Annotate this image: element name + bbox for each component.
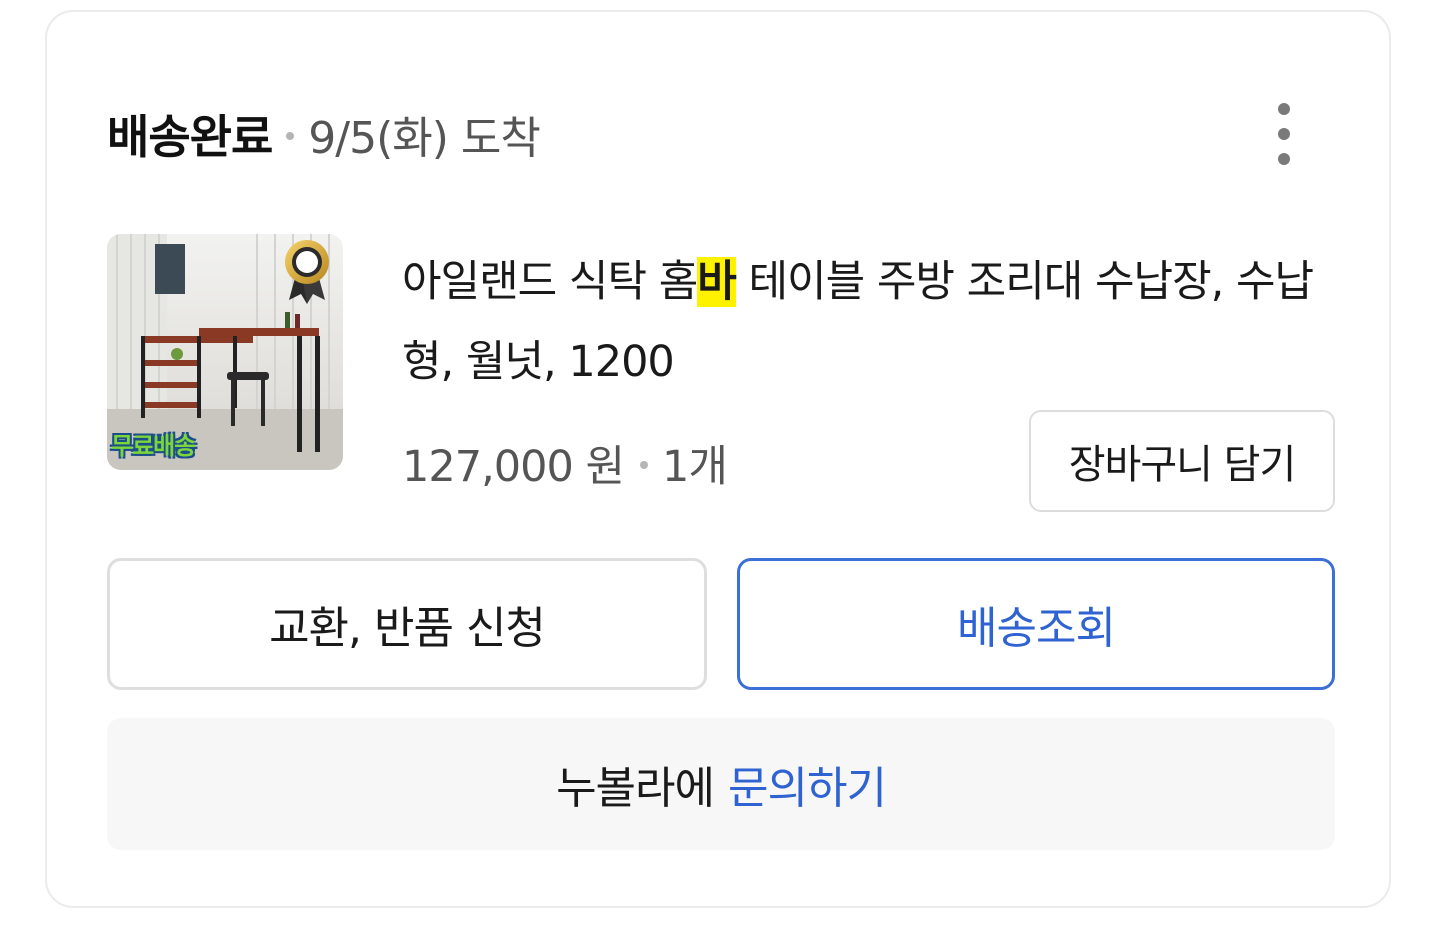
seller-inquiry-bar[interactable]: 누볼라에 문의하기: [107, 718, 1335, 850]
separator-dot: [286, 132, 295, 140]
order-header: 배송완료 9/5(화) 도착: [107, 94, 541, 174]
more-dot: [1278, 153, 1290, 165]
order-card: 배송완료 9/5(화) 도착 무료배송 아일랜드 식탁 홈바 테이블 주방 조리…: [45, 10, 1391, 908]
free-shipping-badge: 무료배송: [111, 432, 196, 460]
product-thumbnail[interactable]: 무료배송: [107, 234, 343, 470]
delivery-status: 배송완료: [107, 110, 273, 164]
arrival-date: 9/5(화) 도착: [308, 113, 541, 164]
product-name[interactable]: 아일랜드 식탁 홈바 테이블 주방 조리대 수납장, 수납형, 월넛, 1200: [402, 242, 1322, 402]
add-to-cart-button[interactable]: 장바구니 담기: [1029, 410, 1335, 512]
more-vertical-icon[interactable]: [1259, 94, 1309, 174]
inquiry-link[interactable]: 문의하기: [728, 752, 887, 816]
more-dot: [1278, 128, 1290, 140]
price-row: 127,000 원 1개: [402, 430, 728, 496]
product-price: 127,000 원: [402, 442, 625, 492]
search-highlight: 바: [697, 257, 737, 307]
inquiry-prefix: 누볼라에: [556, 763, 715, 814]
delivery-tracking-button[interactable]: 배송조회: [737, 558, 1335, 690]
separator-dot: [640, 461, 649, 469]
exchange-return-button[interactable]: 교환, 반품 신청: [107, 558, 707, 690]
product-name-part: 아일랜드 식탁 홈: [402, 257, 698, 307]
award-icon: [285, 240, 329, 304]
product-quantity: 1개: [662, 442, 728, 492]
more-dot: [1278, 103, 1290, 115]
